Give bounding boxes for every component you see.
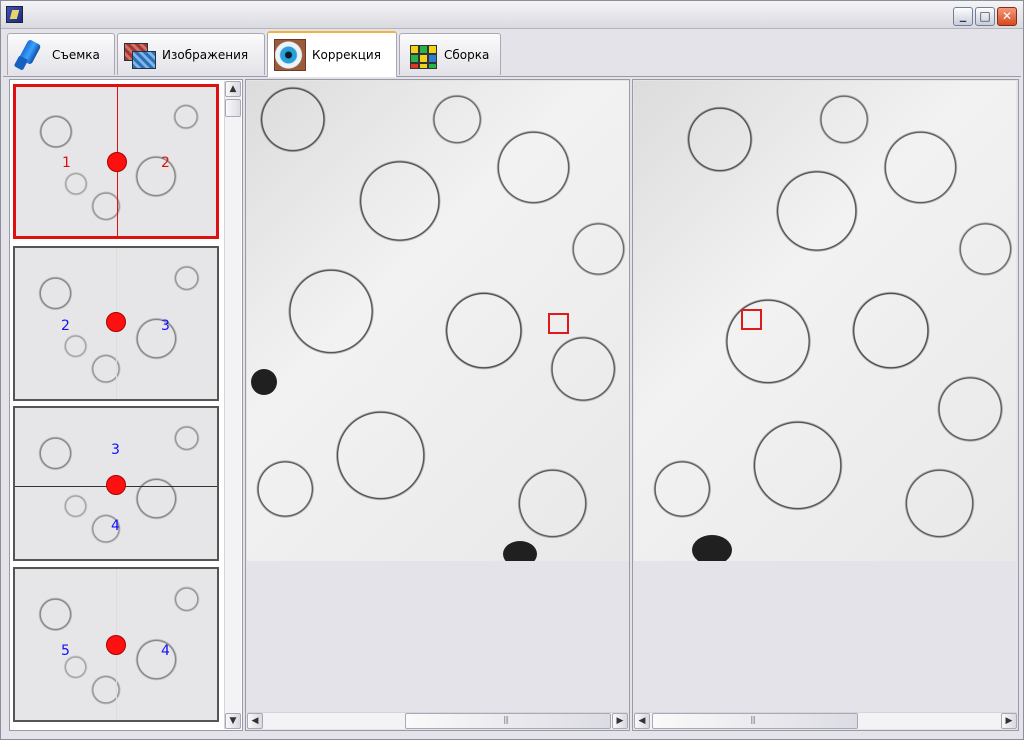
right-micrograph[interactable] [634, 81, 1016, 561]
scroll-grip: ||| [750, 715, 756, 724]
close-button[interactable]: ✕ [997, 7, 1017, 26]
dark-inclusion [692, 535, 732, 561]
seam-point[interactable] [106, 635, 126, 655]
tab-assembly[interactable]: Сборка [399, 33, 501, 75]
thumbnail-pair-1-2[interactable]: 1 2 [13, 84, 219, 239]
scroll-thumb[interactable] [225, 99, 241, 117]
alignment-marker[interactable] [548, 313, 569, 334]
scroll-grip: ||| [503, 715, 509, 724]
right-horizontal-scrollbar[interactable]: ◀ ||| ▶ [634, 712, 1017, 729]
eye-icon [274, 39, 306, 71]
seam-point[interactable] [106, 475, 126, 495]
left-micrograph[interactable] [247, 81, 629, 561]
seam-point[interactable] [106, 312, 126, 332]
right-image-number: 4 [161, 643, 170, 659]
left-image-number: 5 [61, 643, 70, 659]
tab-images[interactable]: Изображения [117, 33, 265, 75]
dark-inclusion [251, 369, 277, 395]
camera-icon [13, 38, 46, 71]
top-image-number: 3 [111, 442, 120, 458]
app-icon[interactable] [6, 6, 23, 23]
images-icon [124, 39, 156, 71]
tab-capture[interactable]: Съемка [7, 33, 115, 75]
scroll-right-button[interactable]: ▶ [612, 713, 628, 729]
right-image-pane: ◀ ||| ▶ [632, 79, 1019, 731]
left-image-number: 2 [61, 318, 70, 334]
scroll-up-button[interactable]: ▲ [225, 81, 241, 97]
title-bar: _ □ ✕ [1, 1, 1023, 29]
seam-point[interactable] [107, 152, 127, 172]
left-image-pane: ◀ ||| ▶ [245, 79, 630, 731]
tab-capture-label: Съемка [52, 47, 100, 62]
thumbnail-pair-3-4[interactable]: 3 4 [13, 406, 219, 561]
alignment-marker[interactable] [741, 309, 762, 330]
tab-correction-label: Коррекция [312, 48, 381, 62]
thumbnail-scrollbar[interactable]: ▲ ▼ [224, 81, 241, 729]
scroll-right-button[interactable]: ▶ [1001, 713, 1017, 729]
left-image-number: 1 [62, 155, 71, 171]
left-horizontal-scrollbar[interactable]: ◀ ||| ▶ [247, 712, 628, 729]
minimize-button[interactable]: _ [953, 7, 973, 26]
maximize-button[interactable]: □ [975, 7, 995, 26]
scroll-left-button[interactable]: ◀ [634, 713, 650, 729]
tab-correction[interactable]: Коррекция [267, 31, 397, 77]
right-image-number: 3 [161, 318, 170, 334]
thumbnail-strip: 1 2 2 3 3 4 5 4 ▲ ▼ [9, 79, 243, 731]
thumbnail-pair-2-3[interactable]: 2 3 [13, 246, 219, 401]
tab-images-label: Изображения [162, 47, 249, 62]
main-window: _ □ ✕ Съемка Изображения Коррекция Сборк… [0, 0, 1024, 740]
cube-icon [406, 39, 438, 71]
bottom-image-number: 4 [111, 518, 120, 534]
thumbnail-pair-5-4[interactable]: 5 4 [13, 567, 219, 722]
right-image-number: 2 [161, 155, 170, 171]
tab-assembly-label: Сборка [444, 47, 490, 62]
scroll-down-button[interactable]: ▼ [225, 713, 241, 729]
dark-inclusion [503, 541, 537, 561]
tab-bar: Съемка Изображения Коррекция Сборка [3, 31, 1021, 77]
scroll-left-button[interactable]: ◀ [247, 713, 263, 729]
